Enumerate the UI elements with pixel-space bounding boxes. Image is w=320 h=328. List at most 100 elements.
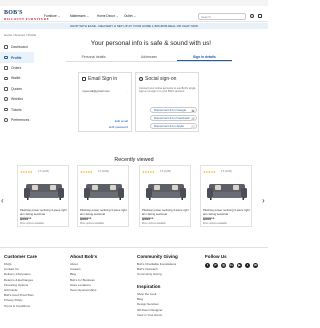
product-name: Plushtop power reclining 3-piece right a… [142, 208, 189, 216]
nav-furniture[interactable]: Furniture ⌄ [44, 14, 60, 18]
more-options-link[interactable]: More options available [20, 222, 44, 225]
account-icon[interactable] [250, 14, 254, 18]
carousel-prev-arrow[interactable]: ‹ [1, 197, 4, 205]
product-card[interactable]: ★★★★★ 4.5 (1234) Plushtop power reclinin… [77, 165, 129, 227]
nav-mattresses[interactable]: Mattresses ⌄ [70, 14, 89, 18]
email-sign-in-card: Email Sign in myemail@gmail.com · Edit e… [78, 72, 132, 132]
disconnect-google-button[interactable]: Disconnect from Google G [150, 107, 197, 113]
email-card-title: Email Sign in [88, 76, 118, 82]
sidebar-item-profile[interactable]: Profile [0, 52, 34, 63]
footer-heading: Community Giving [137, 254, 178, 259]
sidebar-item-label: Preferences [11, 117, 30, 122]
apple-icon [191, 124, 195, 129]
more-options-link[interactable]: More options available [80, 222, 104, 225]
product-price: $999⁹⁹ [20, 217, 32, 221]
sidebar-item-tickets[interactable]: Tickets [0, 104, 34, 114]
youtube-icon[interactable]: ▶ [237, 263, 242, 268]
footer-link[interactable]: Community Giving [137, 272, 178, 277]
twitter-icon[interactable]: t [245, 263, 250, 268]
sidebar-item-label: Wallet [11, 76, 21, 81]
nav-home-decor[interactable]: Home Decor ⌄ [97, 14, 119, 18]
chevron-down-icon: ⌄ [57, 14, 61, 18]
google-icon: G [191, 108, 195, 113]
edit-password-link[interactable]: Edit password [109, 125, 128, 129]
cart-icon[interactable] [258, 14, 262, 18]
nav-label: Mattresses [70, 14, 86, 18]
email-address: myemail@gmail.com [82, 89, 110, 93]
facebook-icon: f [191, 116, 195, 121]
footer-heading: Follow Us [205, 254, 227, 259]
sidebar-item-wishlist[interactable]: Wishlist [0, 94, 34, 104]
footer-community: Community Giving Bob's Charitable Founda… [137, 254, 178, 278]
product-card[interactable]: ★★★★★ 4.5 (1234) Plushtop power reclinin… [139, 165, 191, 227]
sofa-image [146, 184, 186, 200]
review-count: 4.5 (1234) [98, 170, 109, 174]
logo-sub: DISCOUNT FURNITURE [4, 17, 50, 21]
star-rating: ★★★★★ [80, 170, 93, 174]
footer-about: About Bob's About Careers Blog Bob's for… [70, 254, 97, 293]
product-card[interactable]: ★★★★★ 4.5 (1234) Plushtop power reclinin… [200, 165, 252, 227]
facebook-icon[interactable]: f [205, 263, 210, 268]
heart-icon [4, 97, 8, 101]
sidebar-item-wallet[interactable]: Wallet [0, 73, 34, 83]
promo-banner[interactable]: SHOP WITH EASE - DELIVERY & SET-UP AT YO… [0, 23, 268, 29]
disconnect-apple-button[interactable]: Disconnect from Apple [150, 123, 197, 129]
sidebar-item-orders[interactable]: Orders [0, 63, 34, 73]
star-rating: ★★★★★ [142, 170, 155, 174]
pinterest-icon[interactable]: P [213, 263, 218, 268]
review-count: 4.5 (1234) [160, 170, 171, 174]
nav-outlet[interactable]: Outlet ⌄ [124, 14, 136, 18]
search-placeholder: Search [201, 15, 211, 19]
carousel-next-arrow[interactable]: › [262, 197, 265, 205]
nav-label: Outlet [124, 14, 133, 18]
footer-link[interactable]: Team Sponsorships [70, 288, 97, 293]
social-card-header: Social sign-on [139, 76, 176, 82]
sidebar-item-quotes[interactable]: Quotes [0, 84, 34, 94]
sidebar-item-label: Profile [11, 55, 22, 60]
email-separator: · [127, 89, 128, 93]
sidebar-item-label: Quotes [11, 86, 22, 91]
instagram-icon[interactable]: ◎ [221, 263, 226, 268]
button-label: Disconnect from Google [154, 108, 187, 112]
gear-icon [4, 118, 8, 122]
product-price: $999⁹⁹ [142, 217, 154, 221]
product-name: Plushtop power reclining 3-piece right a… [20, 208, 67, 216]
search-input[interactable]: Search [198, 13, 246, 20]
email-icon[interactable]: ✉ [253, 263, 258, 268]
disconnect-facebook-button[interactable]: Disconnect from Facebook f [150, 115, 197, 121]
footer-customer-care: Customer Care FAQs Contact Us Delivery I… [4, 254, 37, 309]
edit-email-link[interactable]: Edit email [115, 119, 128, 123]
chevron-down-icon: ⌄ [115, 14, 119, 18]
tab-addresses[interactable]: Addresses [121, 54, 176, 61]
sofa-image [24, 184, 64, 200]
sidebar-item-label: Orders [11, 65, 22, 70]
share-icon [139, 77, 143, 81]
footer-heading: Customer Care [4, 254, 37, 259]
footer-link[interactable]: Terms & Conditions [4, 304, 37, 309]
sidebar-item-dashboard[interactable]: Dashboard [0, 42, 34, 52]
lock-icon [82, 77, 86, 81]
more-options-link[interactable]: More options available [142, 222, 166, 225]
footer-divider [0, 247, 268, 248]
dashboard-icon [4, 45, 8, 49]
footer-link[interactable]: View in Your Room [137, 313, 163, 318]
social-card-title: Social sign-on [145, 76, 177, 82]
more-options-link[interactable]: More options available [203, 222, 227, 225]
social-description: Connect your online accounts to use Bob'… [139, 87, 196, 94]
recently-viewed-title: Recently viewed [114, 157, 154, 163]
product-card[interactable]: ★★★★★ 4.5 (1234) Plushtop power reclinin… [17, 165, 69, 227]
footer-inspiration: Inspiration Shop the Look Blog Design Se… [137, 284, 163, 318]
breadcrumb[interactable]: Home / Account / Profile [4, 33, 36, 37]
sidebar-item-label: Dashboard [11, 45, 28, 50]
tab-personal-details[interactable]: Personal details [66, 54, 121, 61]
star-rating: ★★★★★ [203, 170, 216, 174]
sidebar-item-preferences[interactable]: Preferences [0, 115, 34, 125]
product-price: $999⁹⁹ [203, 217, 215, 221]
social-sign-on-card: Social sign-on Connect your online accou… [135, 72, 199, 132]
tab-sign-in-details[interactable]: Sign in details [176, 54, 232, 61]
google-plus-icon[interactable]: G+ [229, 263, 234, 268]
chevron-down-icon: ⌄ [86, 14, 90, 18]
profile-tabs: Personal details Addresses Sign in detai… [66, 54, 232, 62]
quote-icon [4, 86, 8, 91]
bobs-logo[interactable]: BOB'S DISCOUNT FURNITURE [4, 10, 49, 22]
